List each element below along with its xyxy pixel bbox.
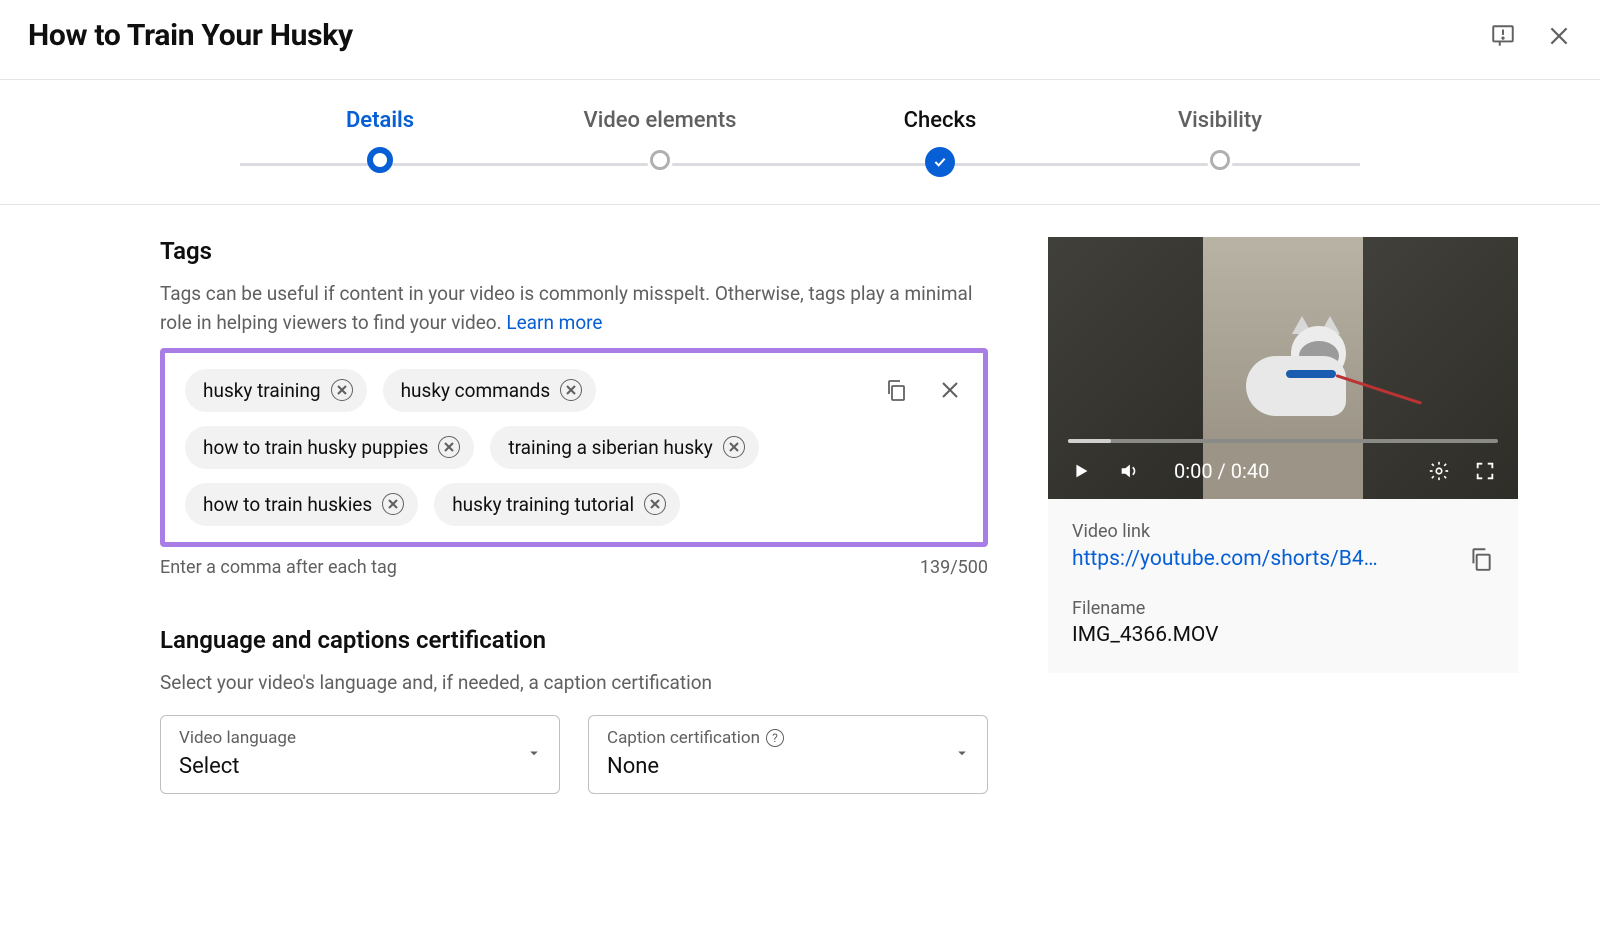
header-action-icons: [1490, 23, 1572, 49]
select-value: None: [607, 754, 971, 779]
tag-text: husky commands: [401, 379, 551, 402]
tags-helper-text: Enter a comma after each tag: [160, 557, 397, 578]
language-section-heading: Language and captions certification: [160, 626, 988, 654]
language-selects-row: Video language Select Caption certificat…: [160, 715, 988, 794]
copy-link-icon[interactable]: [1468, 546, 1494, 572]
caption-certification-select[interactable]: Caption certification ? None: [588, 715, 988, 794]
step-dot-checked: [925, 147, 955, 177]
stepper: Details Video elements Checks Visibility: [0, 80, 1600, 205]
play-icon[interactable]: [1070, 460, 1092, 482]
video-preview-card: 0:00 / 0:40: [1048, 237, 1518, 673]
tags-chip-row: husky training husky commands how to tra…: [185, 369, 967, 526]
filename-value: IMG_4366.MOV: [1072, 623, 1494, 647]
tag-text: husky training tutorial: [452, 493, 634, 516]
step-label: Video elements: [584, 108, 737, 133]
select-label: Caption certification ?: [607, 728, 971, 748]
tag-remove-icon[interactable]: [723, 436, 745, 458]
copy-tags-icon[interactable]: [883, 377, 909, 403]
tag-chip: husky training tutorial: [434, 483, 680, 526]
tags-input-box[interactable]: husky training husky commands how to tra…: [160, 348, 988, 547]
video-progress-fill: [1068, 439, 1111, 443]
tag-remove-icon[interactable]: [438, 436, 460, 458]
tag-remove-icon[interactable]: [331, 379, 353, 401]
feedback-icon[interactable]: [1490, 23, 1516, 49]
close-icon[interactable]: [1546, 23, 1572, 49]
husky-illustration: [1236, 316, 1356, 436]
video-link[interactable]: https://youtube.com/shorts/B4…: [1072, 547, 1378, 571]
tag-text: how to train huskies: [203, 493, 372, 516]
left-column: Tags Tags can be useful if content in yo…: [160, 237, 988, 794]
tag-remove-icon[interactable]: [560, 379, 582, 401]
step-visibility[interactable]: Visibility: [1080, 108, 1360, 178]
chevron-down-icon: [525, 744, 543, 766]
video-meta: Video link https://youtube.com/shorts/B4…: [1048, 499, 1518, 673]
learn-more-link[interactable]: Learn more: [506, 311, 602, 334]
step-video-elements[interactable]: Video elements: [520, 108, 800, 178]
step-details[interactable]: Details: [240, 108, 520, 178]
main-content: Tags Tags can be useful if content in yo…: [100, 205, 1500, 834]
clear-tags-icon[interactable]: [937, 377, 963, 403]
video-controls: 0:00 / 0:40: [1048, 459, 1518, 499]
select-value: Select: [179, 754, 543, 779]
page-title: How to Train Your Husky: [28, 18, 353, 53]
tags-heading: Tags: [160, 237, 988, 265]
tag-chip: how to train huskies: [185, 483, 418, 526]
step-checks[interactable]: Checks: [800, 108, 1080, 178]
video-progress-bar[interactable]: [1068, 439, 1498, 443]
volume-icon[interactable]: [1118, 460, 1140, 482]
filename-label: Filename: [1072, 598, 1494, 619]
video-language-select[interactable]: Video language Select: [160, 715, 560, 794]
tag-chip: husky commands: [383, 369, 597, 412]
help-icon[interactable]: ?: [766, 729, 784, 747]
step-dot-inactive: [1210, 150, 1230, 170]
tag-text: husky training: [203, 379, 321, 402]
language-section-description: Select your video's language and, if nee…: [160, 668, 988, 697]
chevron-down-icon: [953, 744, 971, 766]
tag-chip: husky training: [185, 369, 367, 412]
tag-remove-icon[interactable]: [644, 493, 666, 515]
caption-cert-label-text: Caption certification: [607, 728, 760, 748]
tags-description: Tags can be useful if content in your vi…: [160, 279, 988, 338]
step-label: Details: [346, 108, 414, 133]
fullscreen-icon[interactable]: [1474, 460, 1496, 482]
step-dot-inactive: [650, 150, 670, 170]
tag-chip: how to train husky puppies: [185, 426, 474, 469]
right-column: 0:00 / 0:40: [1048, 237, 1518, 794]
tag-text: training a siberian husky: [508, 436, 712, 459]
tags-helper-row: Enter a comma after each tag 139/500: [160, 557, 988, 578]
step-dot-active: [367, 147, 393, 173]
video-link-label: Video link: [1072, 521, 1494, 542]
video-time: 0:00 / 0:40: [1174, 459, 1269, 483]
step-label: Checks: [904, 108, 977, 133]
step-label: Visibility: [1178, 108, 1262, 133]
tags-counter: 139/500: [920, 557, 988, 578]
modal-header: How to Train Your Husky: [0, 0, 1600, 80]
tag-chip: training a siberian husky: [490, 426, 758, 469]
tag-text: how to train husky puppies: [203, 436, 428, 459]
video-preview-player[interactable]: 0:00 / 0:40: [1048, 237, 1518, 499]
tag-remove-icon[interactable]: [382, 493, 404, 515]
settings-icon[interactable]: [1428, 460, 1450, 482]
select-label: Video language: [179, 728, 543, 748]
